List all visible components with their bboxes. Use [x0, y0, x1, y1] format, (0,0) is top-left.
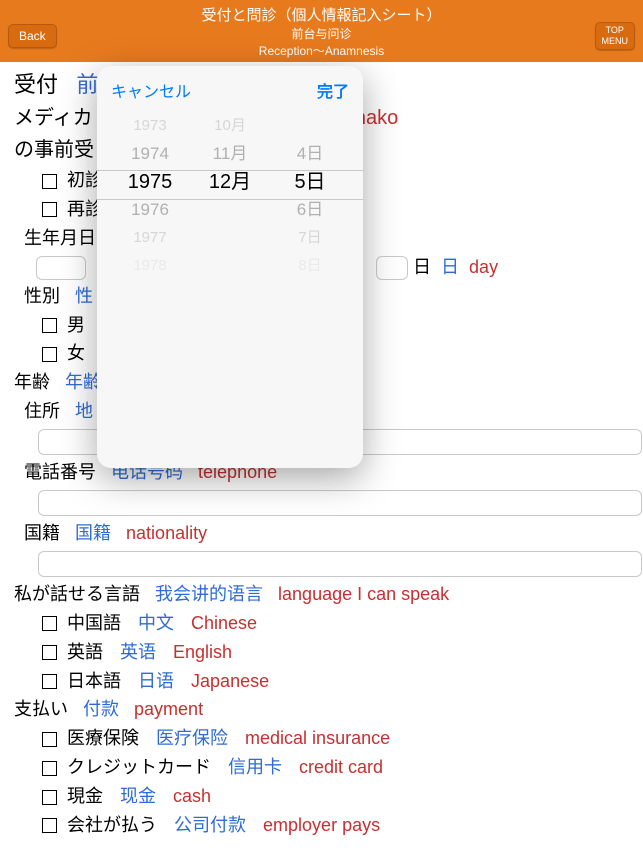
dob-year-input[interactable] — [36, 256, 86, 280]
lang-en-checkbox[interactable] — [42, 645, 57, 660]
pay-label-jp: 支払い — [14, 699, 68, 719]
top-menu-button[interactable]: TOP MENU — [595, 22, 636, 50]
pay-cash-checkbox[interactable] — [42, 790, 57, 805]
first-visit-checkbox[interactable] — [42, 174, 57, 189]
top-menu-l1: TOP — [602, 25, 629, 36]
sex-label-jp: 性別 — [24, 286, 60, 306]
lang-jp-jp: 日本語 — [67, 668, 121, 696]
pay-cc-en: credit card — [299, 754, 383, 782]
pay-cc-jp: クレジットカード — [67, 754, 211, 782]
nat-label-cn: 国籍 — [75, 523, 111, 543]
pay-emp-checkbox[interactable] — [42, 818, 57, 833]
month-item-selected: 12月 — [200, 168, 260, 196]
day-item: 6日 — [280, 196, 340, 224]
pay-emp-jp: 会社が払う — [67, 812, 157, 840]
name-l2-jp: の事前受 — [14, 139, 94, 161]
dob-label: 生年月日 — [24, 228, 96, 248]
app-header: Back TOP MENU 受付と問診（個人情報記入シート） 前台与问诊 Rec… — [0, 0, 643, 62]
date-picker-popover: キャンセル 完了 1973 1974 1975 1976 1977 1978 1… — [97, 66, 363, 468]
pay-cc-checkbox[interactable] — [42, 761, 57, 776]
lang-cn-checkbox[interactable] — [42, 616, 57, 631]
female-checkbox[interactable] — [42, 347, 57, 362]
pay-label-en: payment — [134, 699, 203, 719]
name-l1-jp: メディカ — [14, 107, 93, 129]
age-label-cn: 年齢 — [65, 372, 101, 392]
lang-jp-checkbox[interactable] — [42, 674, 57, 689]
section-jp: 受付 — [14, 72, 58, 97]
month-item: 10月 — [200, 112, 260, 140]
pay-cash-cn: 现金 — [120, 783, 156, 811]
lang-label-en: language I can speak — [278, 584, 449, 604]
lang-en-cn: 英语 — [120, 639, 156, 667]
pay-cc-cn: 信用卡 — [228, 754, 282, 782]
day-item-selected: 5日 — [280, 168, 340, 196]
month-item: 11月 — [200, 140, 260, 168]
day-item: 4日 — [280, 140, 340, 168]
year-item: 1974 — [120, 140, 180, 168]
lang-cn-cn: 中文 — [138, 610, 174, 638]
nat-label-en: nationality — [126, 523, 207, 543]
year-item: 1976 — [120, 196, 180, 224]
page-title: 受付と問診（個人情報記入シート） — [201, 4, 441, 25]
day-item — [280, 112, 340, 140]
pay-emp-cn: 公司付款 — [174, 812, 246, 840]
lang-cn-jp: 中国語 — [67, 610, 121, 638]
dob-day-en: day — [469, 254, 498, 282]
female-jp: 女 — [67, 340, 85, 368]
pay-cash-jp: 現金 — [67, 783, 103, 811]
tel-input[interactable] — [38, 490, 642, 516]
pay-ins-cn: 医疗保险 — [156, 725, 228, 753]
pay-ins-checkbox[interactable] — [42, 732, 57, 747]
lang-jp-cn: 日语 — [138, 668, 174, 696]
nat-input[interactable] — [38, 551, 642, 577]
page-subtitle-en: Reception～Anamnesis — [259, 42, 384, 59]
month-item — [200, 196, 260, 224]
address-label-jp: 住所 — [24, 401, 60, 421]
month-item — [200, 224, 260, 252]
back-button[interactable]: Back — [8, 24, 57, 48]
picker-done-button[interactable]: 完了 — [317, 78, 349, 102]
dob-day-input[interactable] — [376, 256, 408, 280]
pay-emp-en: employer pays — [263, 812, 380, 840]
tel-label-jp: 電話番号 — [24, 462, 96, 482]
nat-label-jp: 国籍 — [24, 523, 60, 543]
male-checkbox[interactable] — [42, 318, 57, 333]
picker-cancel-button[interactable]: キャンセル — [111, 78, 191, 102]
day-wheel[interactable]: 4日 5日 6日 7日 8日 — [280, 112, 340, 272]
year-item: 1973 — [120, 112, 180, 140]
lang-label-jp: 私が話せる言語 — [14, 584, 140, 604]
day-item: 7日 — [280, 224, 340, 252]
year-item-selected: 1975 — [120, 168, 180, 196]
dob-day-jp: 日 — [413, 254, 431, 282]
picker-wheels: 1973 1974 1975 1976 1977 1978 10月 11月 12… — [97, 112, 363, 272]
pay-ins-jp: 医療保険 — [67, 725, 139, 753]
year-item: 1977 — [120, 224, 180, 252]
lang-cn-en: Chinese — [191, 610, 257, 638]
year-item: 1978 — [120, 252, 180, 280]
month-wheel[interactable]: 10月 11月 12月 — [200, 112, 260, 272]
dob-day-cn: 日 — [441, 254, 459, 282]
sex-label-cn: 性 — [75, 286, 93, 306]
pay-cash-en: cash — [173, 783, 211, 811]
year-wheel[interactable]: 1973 1974 1975 1976 1977 1978 — [120, 112, 180, 272]
lang-jp-en: Japanese — [191, 668, 269, 696]
age-label-jp: 年齢 — [14, 372, 50, 392]
pay-label-cn: 付款 — [83, 699, 119, 719]
address-label-cn: 地 — [75, 401, 93, 421]
section-cn: 前 — [76, 72, 98, 97]
pay-ins-en: medical insurance — [245, 725, 390, 753]
page-subtitle-cn: 前台与问诊 — [291, 25, 351, 42]
return-visit-checkbox[interactable] — [42, 202, 57, 217]
male-jp: 男 — [67, 312, 85, 340]
lang-en-en: English — [173, 639, 232, 667]
lang-en-jp: 英語 — [67, 639, 103, 667]
day-item: 8日 — [280, 252, 340, 280]
top-menu-l2: MENU — [602, 36, 629, 47]
lang-label-cn: 我会讲的语言 — [155, 584, 263, 604]
